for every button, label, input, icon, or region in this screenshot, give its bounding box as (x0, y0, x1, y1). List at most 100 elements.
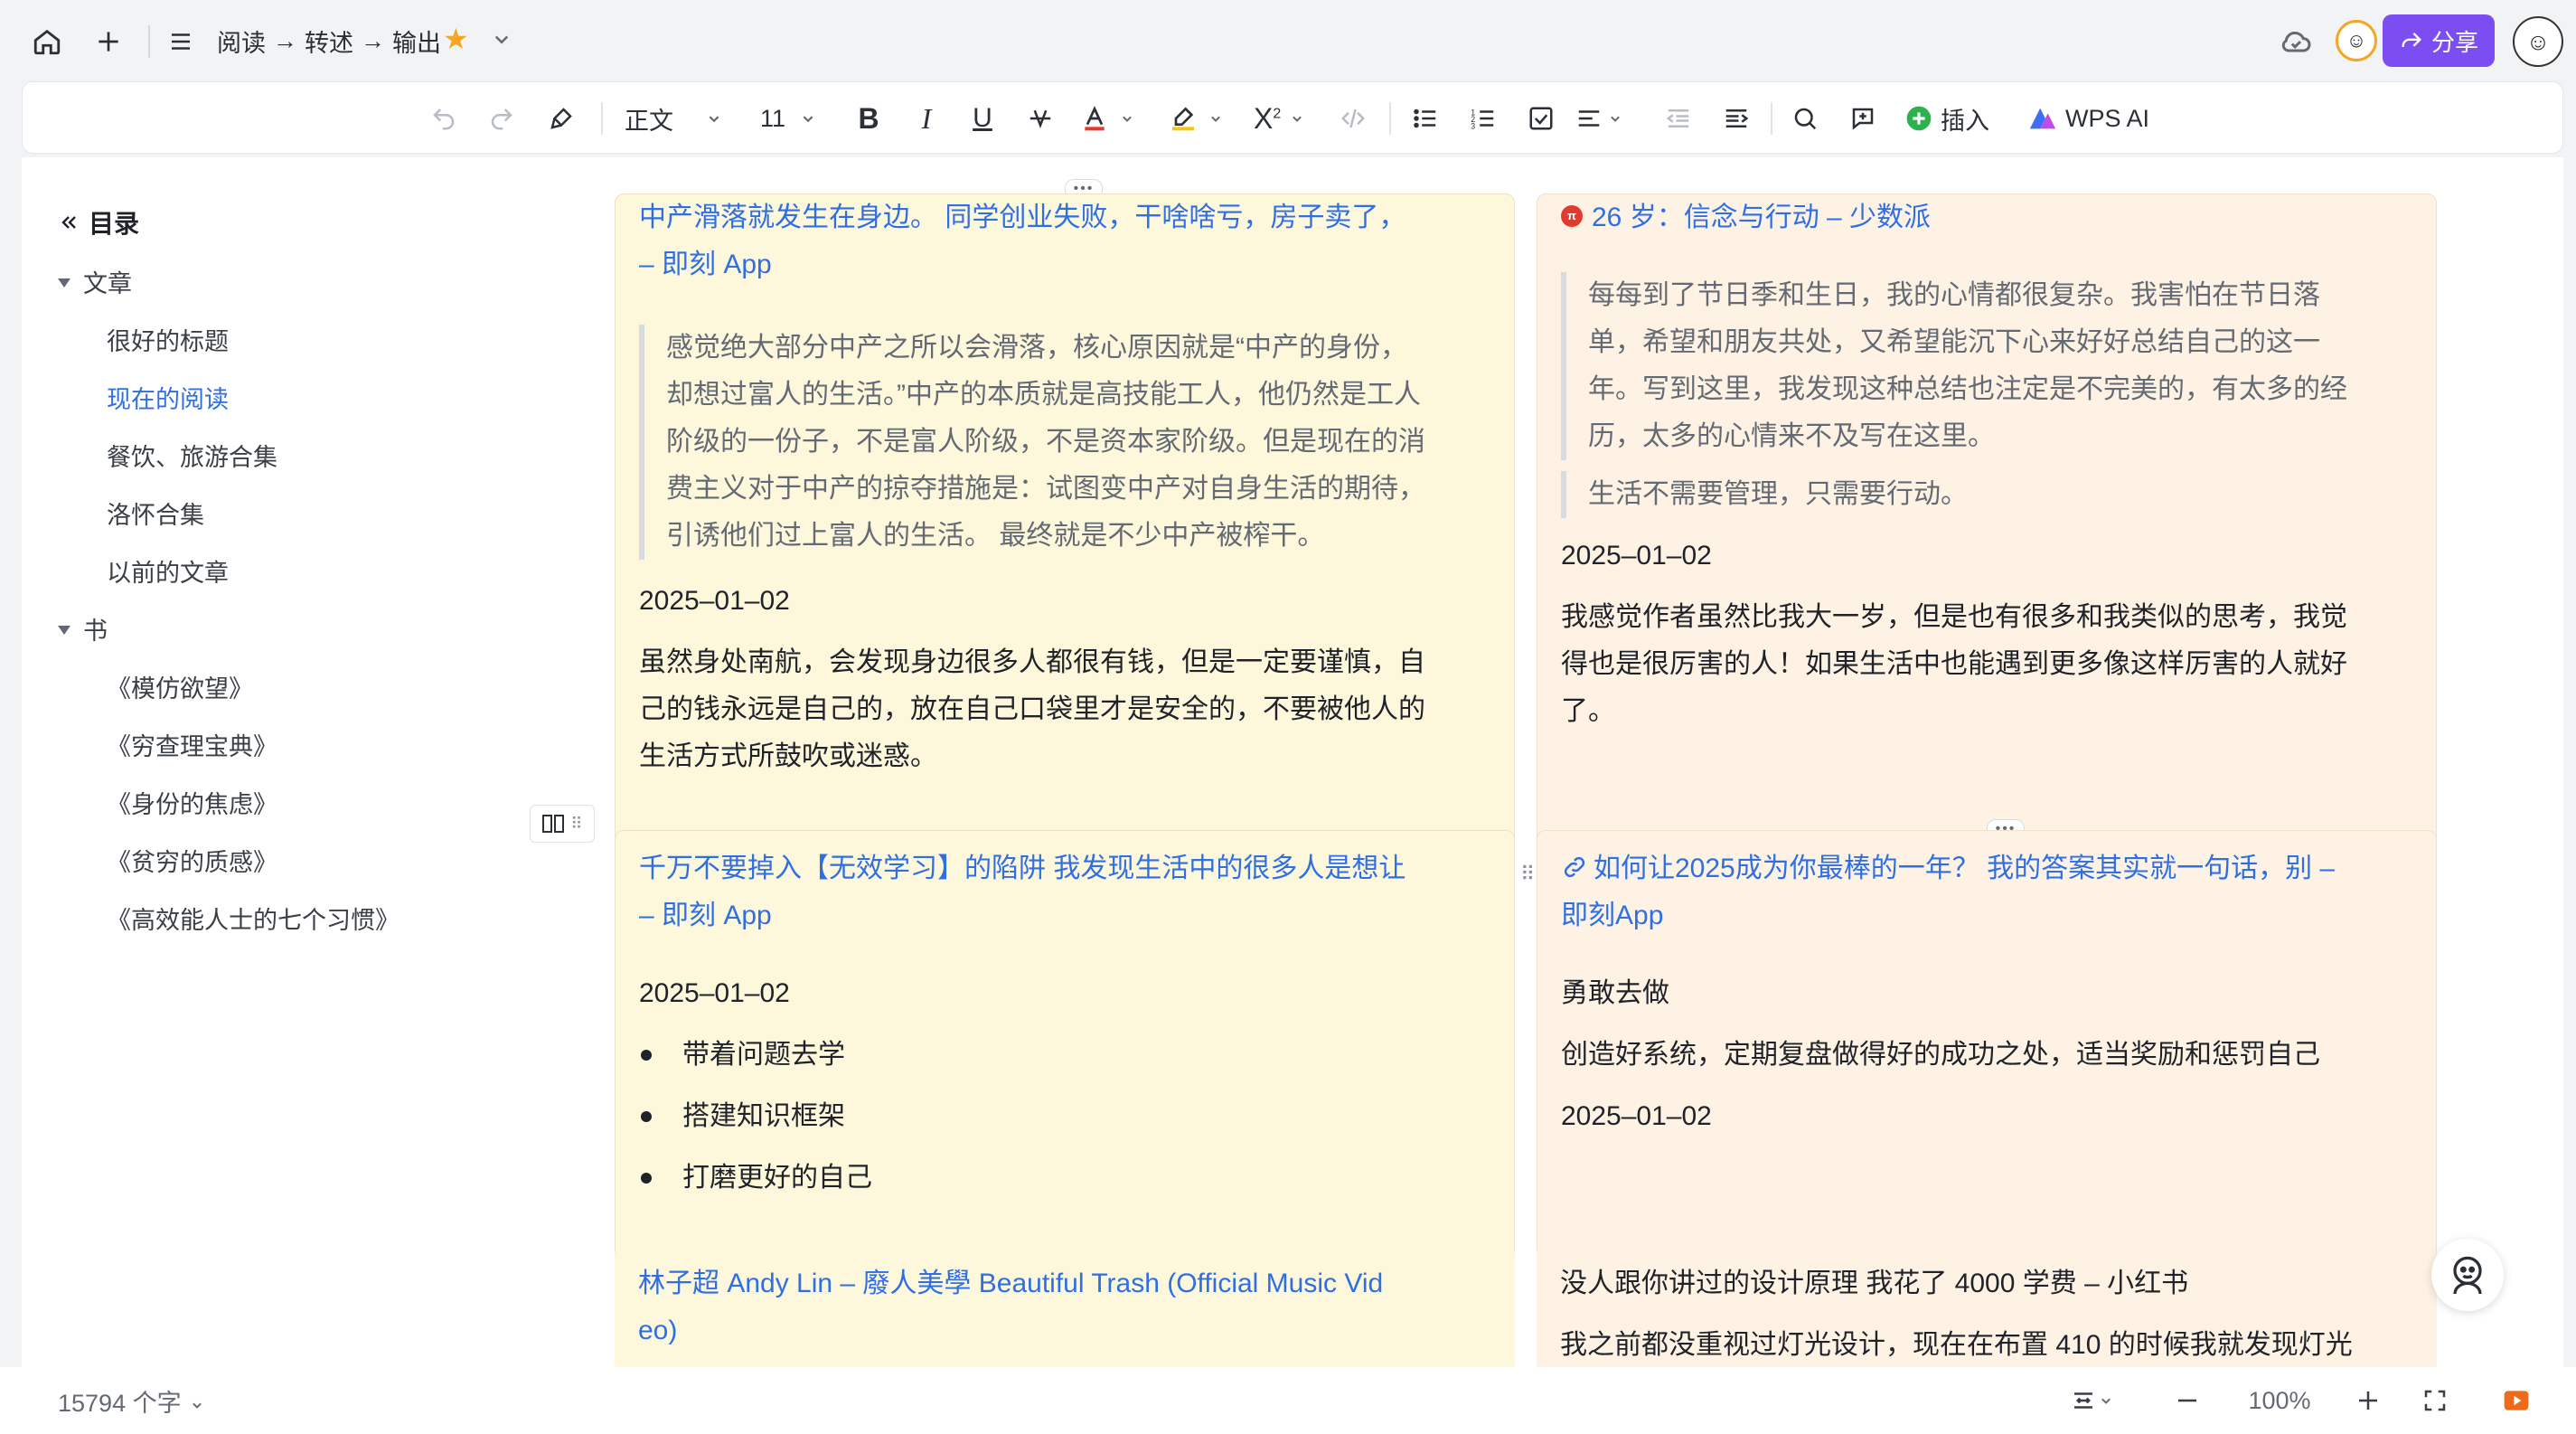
wps-ai-icon (2029, 108, 2056, 129)
chevron-down-icon (1293, 116, 1302, 122)
new-tab-icon[interactable] (85, 18, 132, 65)
align-left-icon (1578, 110, 1600, 127)
search-icon[interactable] (1785, 99, 1825, 138)
share-label: 分享 (2430, 28, 2478, 56)
highlight-button[interactable] (1169, 99, 1241, 138)
chevron-down-icon (1611, 116, 1620, 122)
article-link[interactable]: π 26 岁：信念与行动 – 少数派 (1561, 194, 1931, 241)
toc-item[interactable]: 洛怀合集 (107, 495, 204, 531)
chevron-down-icon[interactable] (488, 25, 515, 52)
highlight-icon (1172, 107, 1194, 131)
date-text: 2025–01–02 (639, 586, 790, 616)
indent-icon[interactable] (1716, 99, 1756, 138)
collaborator-avatar[interactable]: ☺ (2336, 20, 2377, 61)
star-icon[interactable]: ★ (443, 22, 469, 56)
code-icon[interactable] (1333, 99, 1373, 138)
note-text: 勇敢去做 (1561, 978, 1669, 1008)
toc-item[interactable]: 很好的标题 (107, 322, 229, 357)
toc-title-label: 目录 (89, 210, 140, 238)
strikethrough-icon[interactable] (1020, 99, 1060, 138)
document-canvas: 目录 文章 很好的标题 现在的阅读 餐饮、旅游合集 洛怀合集 以前的文章 书 《… (22, 157, 2563, 1367)
chevron-down-icon (1211, 116, 1220, 122)
toc-item[interactable]: 《模仿欲望》 (107, 669, 253, 704)
toc-item[interactable]: 《身份的焦虑》 (107, 785, 277, 820)
numbered-list-icon[interactable]: 123 (1463, 99, 1503, 138)
toc-item[interactable]: 《高效能人士的七个习惯》 (107, 901, 400, 936)
user-avatar[interactable]: ☺ (2513, 16, 2563, 67)
font-color-icon (1085, 106, 1105, 131)
divider (601, 102, 603, 135)
date-text: 2025–01–02 (1561, 1101, 1712, 1131)
zoom-level[interactable]: 100% (2236, 1380, 2323, 1421)
link-icon (1564, 857, 1585, 878)
zoom-in-icon[interactable] (2348, 1380, 2388, 1421)
article-link[interactable]: 如何让2025成为你最棒的一年？ 我的答案其实就一句话，别 – 即刻App (1561, 845, 2335, 939)
paragraph-style-select[interactable]: 正文 (625, 99, 724, 138)
shaoshupai-icon: π (1561, 205, 1583, 228)
chevron-down-icon (2101, 1398, 2111, 1404)
comment-icon[interactable] (1843, 99, 1883, 138)
bullet-list-icon[interactable] (1406, 99, 1445, 138)
word-count[interactable]: 15794 个字 (58, 1383, 206, 1419)
breadcrumb-item[interactable]: 转述 (305, 24, 353, 59)
italic-icon[interactable]: I (907, 99, 946, 138)
article-link[interactable]: 千万不要掉入【无效学习】的陷阱 我发现生活中的很多人是想让 – 即刻 App (639, 845, 1406, 939)
plus-circle-icon (1906, 106, 1932, 131)
chevron-down-icon (193, 1402, 202, 1409)
align-button[interactable] (1575, 99, 1639, 138)
toc-item-active[interactable]: 现在的阅读 (107, 380, 229, 415)
zoom-out-icon[interactable] (2167, 1380, 2207, 1421)
toc-item[interactable]: 餐饮、旅游合集 (107, 438, 277, 473)
column-layout-handle[interactable]: ⠿ (530, 805, 595, 843)
columns-icon (542, 815, 565, 833)
toc-item[interactable]: 《贫穷的质感》 (107, 843, 277, 878)
font-color-button[interactable] (1080, 99, 1152, 138)
insert-button[interactable]: 插入 (1904, 99, 2004, 138)
list-item: 带着问题去学 (641, 1032, 845, 1079)
wps-ai-button[interactable]: WPS AI (2027, 99, 2172, 138)
chevron-down-icon (803, 116, 813, 123)
article-link[interactable]: 中产滑落就发生在身边。 同学创业失败，干啥啥亏，房子卖了， – 即刻 App (639, 194, 1406, 288)
undo-icon[interactable] (424, 99, 464, 138)
quote-block: 生活不需要管理，只需要行动。 (1561, 471, 2411, 518)
date-text: 2025–01–02 (639, 978, 790, 1008)
note-card: 没人跟你讲过的设计原理 我花了 4000 学费 – 小红书 我之前都没重视过灯光… (1537, 1246, 2437, 1367)
share-button[interactable]: 分享 (2383, 14, 2495, 67)
toc-group-label: 书 (83, 618, 108, 645)
toc-item[interactable]: 《穷查理宝典》 (107, 727, 277, 762)
toc-group-articles[interactable]: 文章 (58, 264, 132, 299)
chevron-down-icon (1123, 116, 1132, 122)
toc-item[interactable]: 以前的文章 (107, 553, 229, 589)
note-text: 我感觉作者虽然比我大一岁，但是也有很多和我类似的思考，我觉 得也是很厉害的人！如… (1561, 602, 2347, 726)
format-painter-icon[interactable] (541, 99, 581, 138)
menu-icon[interactable] (157, 18, 204, 65)
toc-group-label: 文章 (83, 270, 132, 297)
chevron-down-icon (709, 116, 719, 123)
breadcrumb-arrow: → (273, 27, 297, 54)
article-link[interactable]: 林子超 Andy Lin – 廢人美學 Beautiful Trash (Off… (638, 1260, 1383, 1354)
note-text: 创造好系统，定期复盘做得好的成功之处，适当奖励和惩罚自己 (1561, 1040, 2320, 1070)
breadcrumb-item[interactable]: 阅读 (217, 24, 266, 59)
caret-down-icon (58, 625, 71, 635)
font-size-select[interactable]: 11 (760, 99, 829, 138)
toc-title[interactable]: 目录 (58, 204, 139, 241)
assistant-icon[interactable] (2431, 1239, 2504, 1311)
drag-handle-icon[interactable]: ⠿ (1520, 863, 1535, 886)
superscript-button[interactable]: X2 (1254, 99, 1326, 138)
redo-icon[interactable] (482, 99, 522, 138)
presentation-icon[interactable] (2496, 1380, 2536, 1421)
paragraph-style-label: 正文 (625, 107, 673, 135)
svg-text:3: 3 (1471, 121, 1475, 130)
checkbox-list-icon[interactable] (1521, 99, 1561, 138)
outdent-icon[interactable] (1659, 99, 1698, 138)
cloud-sync-icon[interactable] (2278, 24, 2317, 60)
quote-block: 感觉绝大部分中产之所以会滑落，核心原因就是“中产的身份， 却想过富人的生活。”中… (639, 325, 1489, 560)
underline-icon[interactable]: U (963, 99, 1002, 138)
page-width-button[interactable] (2061, 1380, 2124, 1421)
home-icon[interactable] (24, 18, 71, 65)
fullscreen-icon[interactable] (2415, 1380, 2455, 1421)
note-text: 虽然身处南航，会发现身边很多人都很有钱，但是一定要谨慎，自 己的钱永远是自己的，… (639, 647, 1425, 771)
breadcrumb-item[interactable]: 输出 (392, 24, 441, 59)
toc-group-books[interactable]: 书 (58, 611, 108, 646)
bold-icon[interactable]: B (849, 99, 888, 138)
